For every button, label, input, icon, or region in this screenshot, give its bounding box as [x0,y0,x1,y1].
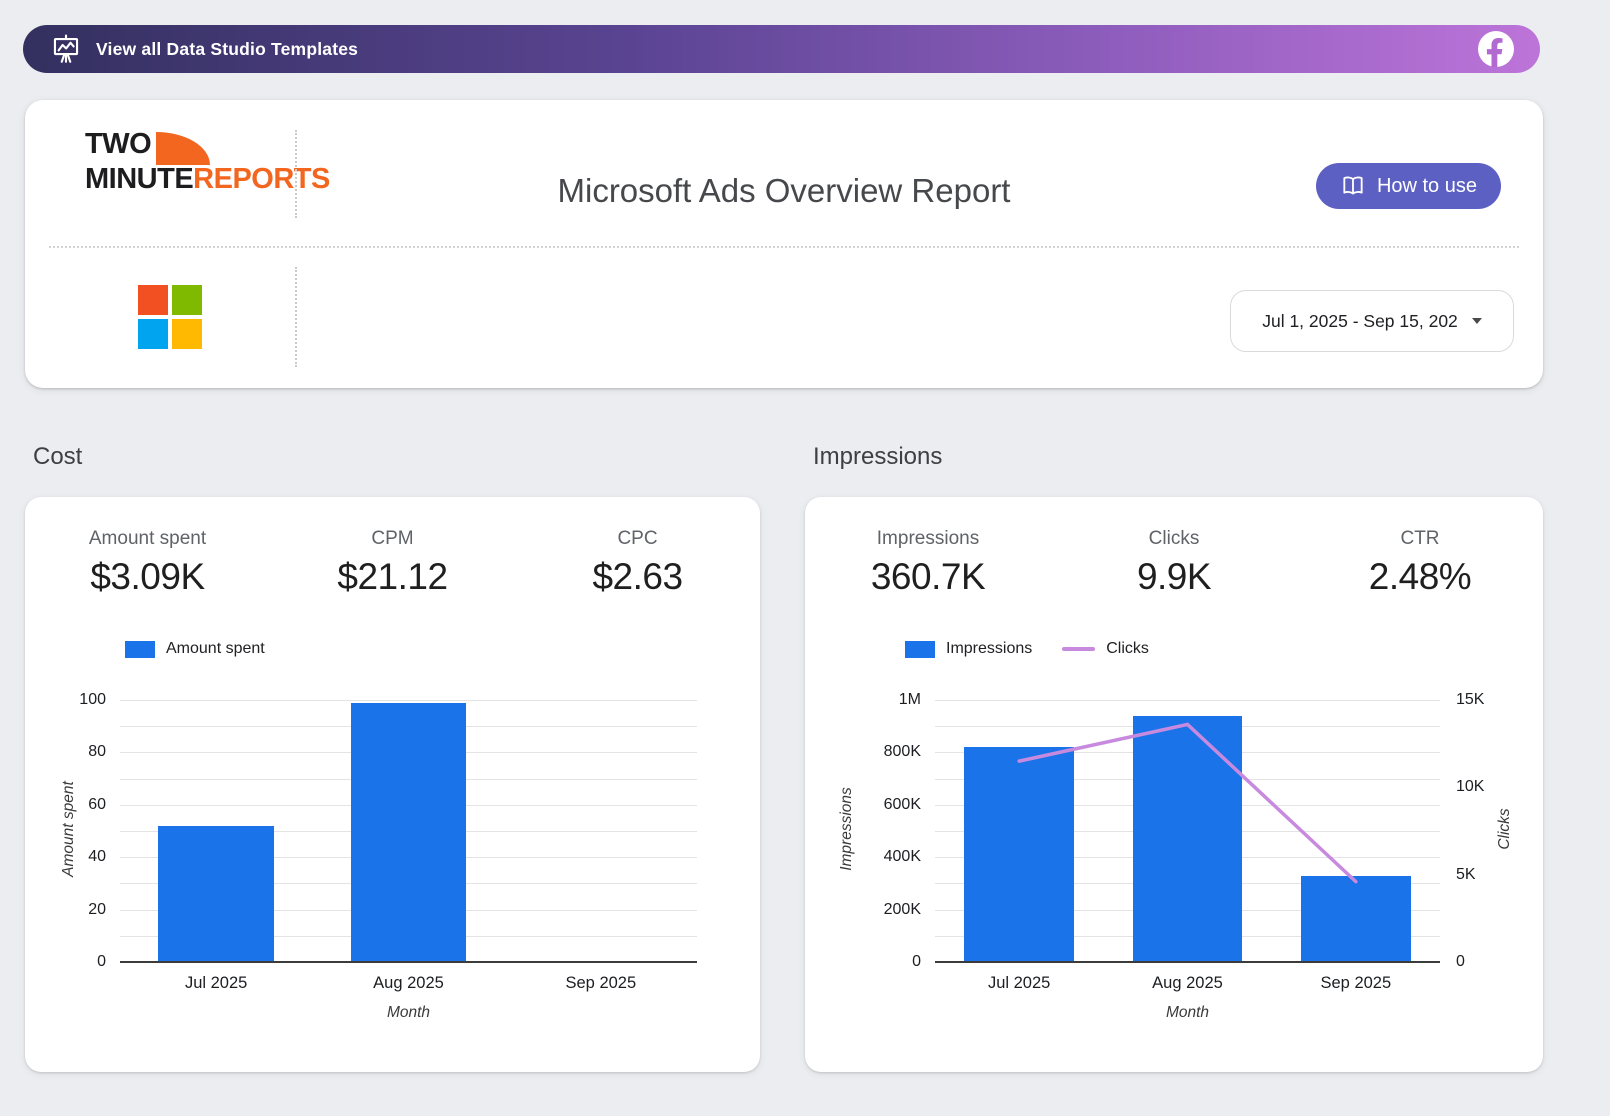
x-axis-title: Month [329,1004,489,1022]
y-tick-label-right: 0 [1456,952,1516,972]
y-tick-label: 800K [805,742,921,762]
chevron-down-icon [1472,318,1482,324]
banner-label: View all Data Studio Templates [96,39,358,60]
clicks-line [935,700,1440,962]
impressions-card: Impressions 360.7K Clicks 9.9K CTR 2.48%… [805,497,1543,1072]
x-tick-label: Jul 2025 [141,974,291,993]
page-title: Microsoft Ads Overview Report [25,172,1543,210]
x-tick-label: Jul 2025 [944,974,1094,993]
vertical-dotted-divider [295,267,297,367]
gridline [120,700,697,701]
facebook-icon[interactable] [1478,31,1514,67]
microsoft-square-yellow [172,319,202,349]
book-icon [1340,173,1366,199]
legend-label: Clicks [1106,640,1149,658]
x-tick-label: Aug 2025 [334,974,484,993]
impressions-section-title: Impressions [813,443,942,471]
logo-word-two: TWO [85,130,151,160]
y-tick-label: 400K [805,847,921,867]
y-tick-label: 600K [805,795,921,815]
microsoft-square-red [138,285,168,315]
header-card: TWO MINUTEREPORTS Microsoft Ads Overview… [25,100,1543,388]
horizontal-dotted-divider [49,246,1519,248]
y-tick-label: 100 [25,690,106,710]
bar-aug-2025 [351,703,466,962]
date-range-value: Jul 1, 2025 - Sep 15, 202 [1262,311,1458,332]
presentation-chart-icon [49,32,83,66]
y-axis-title-right: Clicks [1496,729,1514,929]
y-tick-label: 0 [25,952,106,972]
x-axis-line [935,961,1440,963]
x-tick-label: Aug 2025 [1113,974,1263,993]
logo-quarter-circle [156,132,210,165]
microsoft-square-blue [138,319,168,349]
cost-section-title: Cost [33,443,82,471]
x-tick-label: Sep 2025 [1281,974,1431,993]
legend-line-swatch [1062,647,1095,651]
legend-bar-swatch [905,641,935,658]
y-tick-label-right: 15K [1456,690,1516,710]
impressions-chart: 0200K400K600K800K1M05K10K15KJul 2025Aug … [805,497,1543,1072]
x-axis-title: Month [1108,1004,1268,1022]
chart-legend: Impressions Clicks [905,640,1149,658]
templates-banner[interactable]: View all Data Studio Templates [23,25,1540,73]
legend-label: Amount spent [166,640,265,658]
microsoft-logo [138,285,202,349]
legend-item-impressions: Impressions [905,640,1032,658]
microsoft-square-green [172,285,202,315]
date-range-selector[interactable]: Jul 1, 2025 - Sep 15, 202 [1230,290,1514,352]
cost-chart: 020406080100Jul 2025Aug 2025Sep 2025Amou… [25,497,760,1072]
how-to-use-label: How to use [1377,175,1477,198]
y-tick-label: 0 [805,952,921,972]
x-axis-line [120,961,697,963]
y-tick-label: 200K [805,900,921,920]
bar-jul-2025 [158,826,273,962]
y-tick-label: 1M [805,690,921,710]
chart-legend: Amount spent [125,640,265,658]
x-tick-label: Sep 2025 [526,974,676,993]
legend-item-clicks: Clicks [1062,640,1149,658]
legend-label: Impressions [946,640,1032,658]
legend-bar-swatch [125,641,155,658]
how-to-use-button[interactable]: How to use [1316,163,1501,209]
cost-card: Amount spent $3.09K CPM $21.12 CPC $2.63… [25,497,760,1072]
legend-item-amount-spent: Amount spent [125,640,265,658]
y-axis-title: Impressions [838,729,856,929]
y-axis-title: Amount spent [60,729,78,929]
